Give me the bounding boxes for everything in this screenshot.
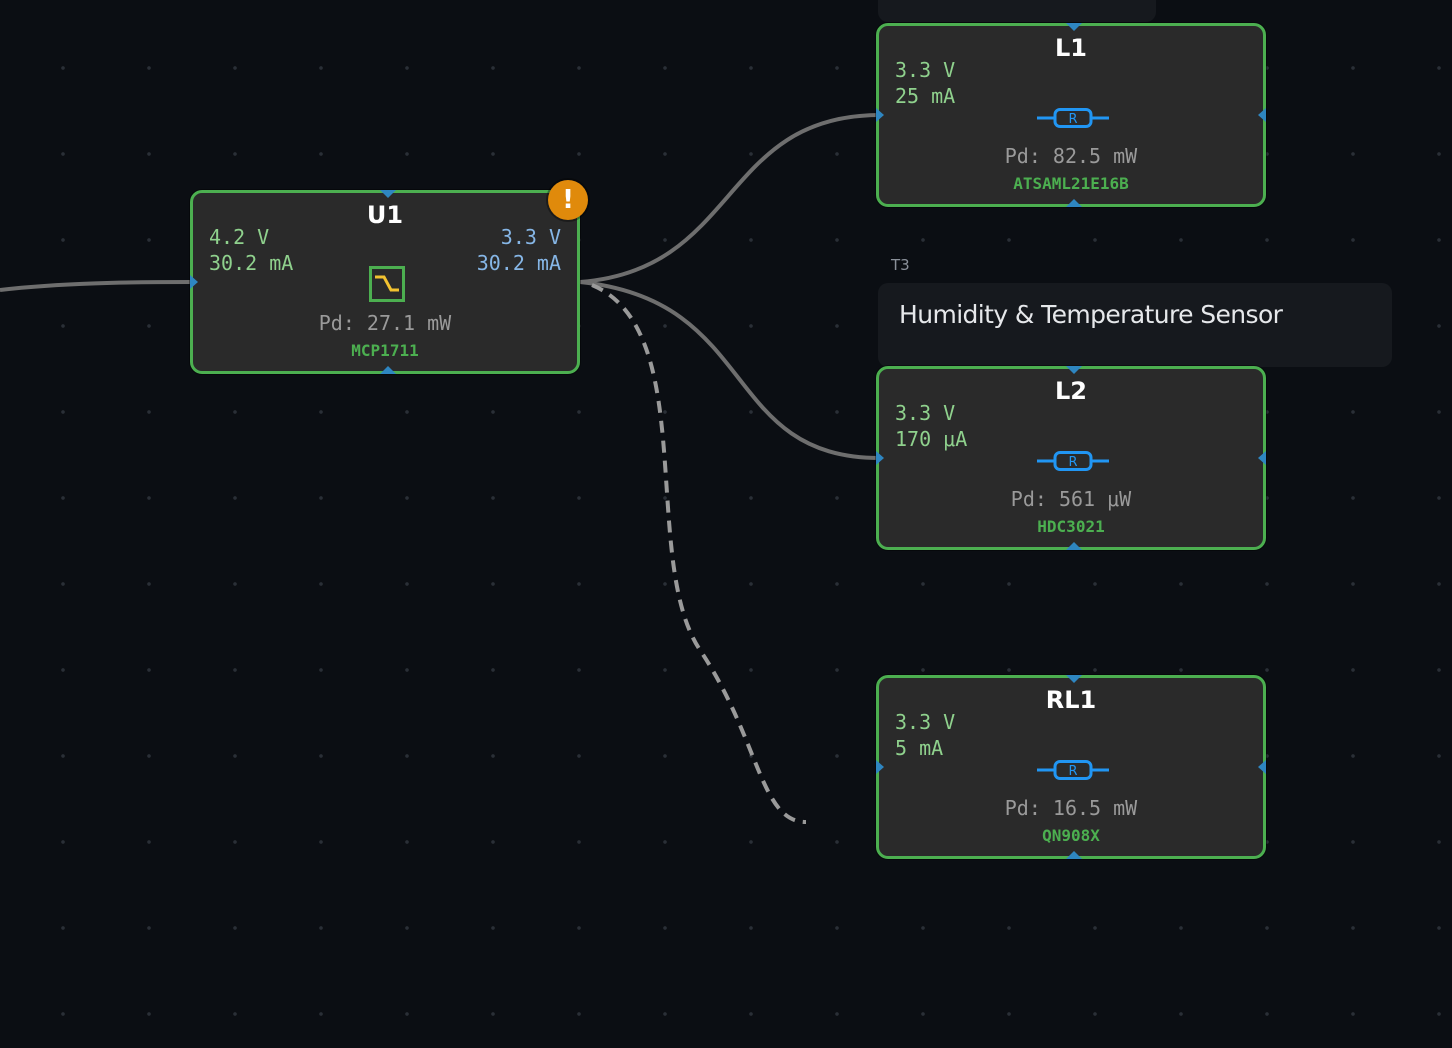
wire-u1-pending[interactable]	[591, 283, 807, 824]
part-number: ATSAML21E16B	[1013, 174, 1129, 193]
resistor-icon: R	[1037, 108, 1109, 128]
port-bottom[interactable]	[380, 366, 396, 374]
warning-icon[interactable]: !	[548, 180, 588, 220]
power-dissipation: Pd: 82.5 mW	[1004, 144, 1138, 168]
port-bottom[interactable]	[1066, 199, 1082, 207]
port-top[interactable]	[1066, 23, 1082, 31]
input-voltage: 3.3 V	[895, 401, 956, 425]
port-top[interactable]	[380, 190, 396, 198]
resistor-icon: R	[1037, 451, 1109, 471]
resistor-label: R	[1068, 455, 1077, 470]
node-rl1[interactable]: RL1 3.3 V 5 mA R Pd: 16.5 mW QN908X	[876, 675, 1266, 859]
resistor-icon: R	[1037, 760, 1109, 780]
power-dissipation: Pd: 16.5 mW	[1004, 796, 1138, 820]
wire-u1-l1[interactable]	[579, 113, 881, 284]
node-l2[interactable]: L2 3.3 V 170 μA R Pd: 561 μW HDC3021	[876, 366, 1266, 550]
node-u1[interactable]: U1 4.2 V 30.2 mA 3.3 V 30.2 mA Pd: 27.1 …	[190, 190, 580, 374]
port-bottom[interactable]	[1066, 542, 1082, 550]
port-output[interactable]	[1258, 108, 1266, 122]
output-voltage: 3.3 V	[500, 225, 561, 249]
regulator-icon	[369, 266, 405, 302]
port-input[interactable]	[190, 275, 198, 289]
group-panel-top	[878, 0, 1156, 22]
wire-input-u1[interactable]	[0, 280, 193, 292]
part-number: QN908X	[1042, 826, 1100, 845]
group-tag: T3	[891, 256, 910, 274]
input-voltage: 4.2 V	[209, 225, 270, 249]
input-current: 30.2 mA	[209, 251, 294, 275]
power-dissipation: Pd: 561 μW	[1010, 487, 1132, 511]
resistor-label: R	[1068, 112, 1077, 127]
port-top[interactable]	[1066, 366, 1082, 374]
node-l1[interactable]: L1 3.3 V 25 mA R Pd: 82.5 mW ATSAML21E16…	[876, 23, 1266, 207]
port-input[interactable]	[876, 108, 884, 122]
port-output[interactable]	[1258, 760, 1266, 774]
port-top[interactable]	[1066, 675, 1082, 683]
input-voltage: 3.3 V	[895, 58, 956, 82]
port-output[interactable]	[1258, 451, 1266, 465]
input-current: 5 mA	[895, 736, 944, 760]
part-number: MCP1711	[351, 341, 419, 360]
port-bottom[interactable]	[1066, 851, 1082, 859]
power-dissipation: Pd: 27.1 mW	[318, 311, 452, 335]
resistor-label: R	[1068, 764, 1077, 779]
group-title: Humidity & Temperature Sensor	[899, 300, 1283, 329]
input-current: 25 mA	[895, 84, 956, 108]
part-number: HDC3021	[1037, 517, 1105, 536]
port-input[interactable]	[876, 760, 884, 774]
input-voltage: 3.3 V	[895, 710, 956, 734]
input-current: 170 μA	[895, 427, 968, 451]
output-current: 30.2 mA	[476, 251, 561, 275]
port-input[interactable]	[876, 451, 884, 465]
